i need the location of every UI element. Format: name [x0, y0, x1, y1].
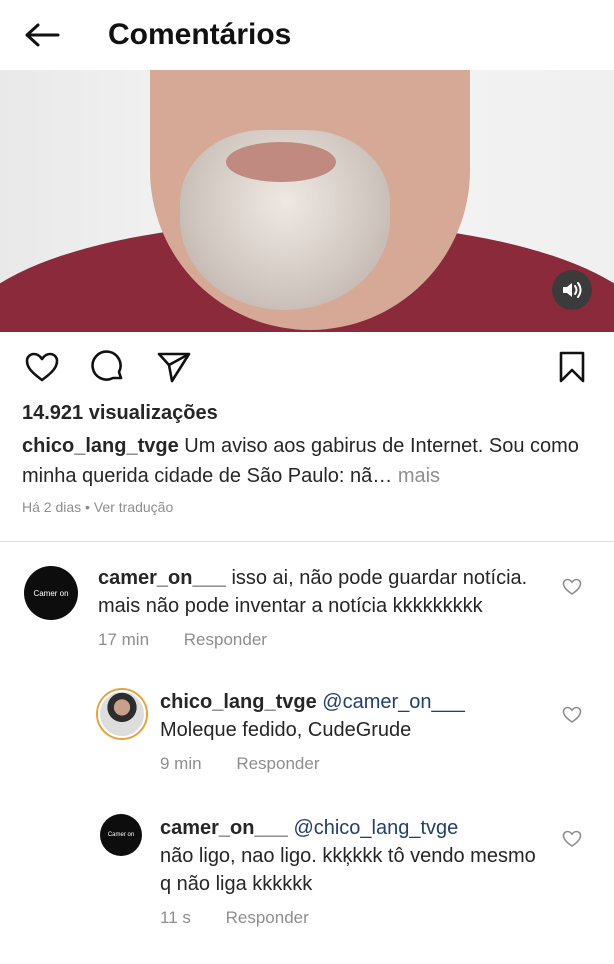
avatar-label: Camer on	[33, 588, 69, 598]
comment-item: Camer on camer_on___ isso ai, não pode g…	[0, 564, 614, 650]
heart-icon[interactable]	[24, 349, 60, 385]
comment-text: camer_on___ isso ai, não pode guardar no…	[98, 564, 544, 620]
comment-mention[interactable]: @chico_lang_tvge	[293, 817, 458, 839]
back-arrow-icon[interactable]	[24, 15, 64, 55]
comment-body: Moleque fedido, CudeGrude	[160, 719, 412, 741]
caption-more-link[interactable]: mais	[398, 465, 440, 487]
like-heart-icon[interactable]	[562, 830, 582, 850]
view-count: 14.921 visualizações	[22, 402, 218, 424]
avatar[interactable]	[98, 690, 146, 738]
divider	[0, 541, 614, 542]
speech-bubble-icon[interactable]	[90, 349, 126, 385]
post-video[interactable]	[0, 70, 614, 332]
post-caption: chico_lang_tvge Um aviso aos gabirus de …	[0, 431, 614, 491]
comment-mention[interactable]: @camer_on___	[322, 691, 465, 713]
comment-time: 11 s	[160, 908, 191, 927]
comment-reply-item: Camer on camer_on___ @chico_lang_tvge nã…	[0, 814, 614, 928]
comment-time: 9 min	[160, 754, 202, 773]
comment-meta: 11 s Responder	[160, 908, 544, 928]
meta-separator: •	[85, 499, 90, 515]
avatar[interactable]: Camer on	[24, 566, 78, 620]
comment-meta: 9 min Responder	[160, 754, 544, 774]
comment-username[interactable]: chico_lang_tvge	[160, 691, 317, 713]
comment-username[interactable]: camer_on___	[98, 567, 226, 589]
translate-link[interactable]: Ver tradução	[94, 499, 173, 515]
comment-text: chico_lang_tvge @camer_on___ Moleque fed…	[160, 688, 544, 744]
caption-author[interactable]: chico_lang_tvge	[22, 435, 179, 457]
bookmark-icon[interactable]	[554, 349, 590, 385]
avatar[interactable]: Camer on	[100, 814, 142, 856]
video-mouth-area	[226, 142, 336, 182]
like-heart-icon[interactable]	[562, 578, 582, 598]
paper-plane-icon[interactable]	[156, 349, 192, 385]
comment-text: camer_on___ @chico_lang_tvge não ligo, n…	[160, 814, 544, 898]
reply-button[interactable]: Responder	[226, 908, 309, 927]
page-title: Comentários	[108, 18, 292, 51]
like-heart-icon[interactable]	[562, 706, 582, 726]
avatar-label: Camer on	[107, 832, 135, 838]
comment-meta: 17 min Responder	[98, 630, 544, 650]
top-bar: Comentários	[0, 0, 614, 70]
reply-button[interactable]: Responder	[184, 630, 267, 649]
post-time: Há 2 dias	[22, 499, 82, 515]
post-actions	[0, 332, 614, 402]
reply-button[interactable]: Responder	[236, 754, 319, 773]
comment-body: não ligo, nao ligo. kkķkkk tô vendo mesm…	[160, 845, 536, 895]
post-meta: Há 2 dias • Ver tradução	[0, 499, 614, 515]
comment-time: 17 min	[98, 630, 150, 649]
comment-username[interactable]: camer_on___	[160, 817, 288, 839]
comment-reply-item: chico_lang_tvge @camer_on___ Moleque fed…	[0, 688, 614, 774]
speaker-icon[interactable]	[552, 270, 592, 310]
